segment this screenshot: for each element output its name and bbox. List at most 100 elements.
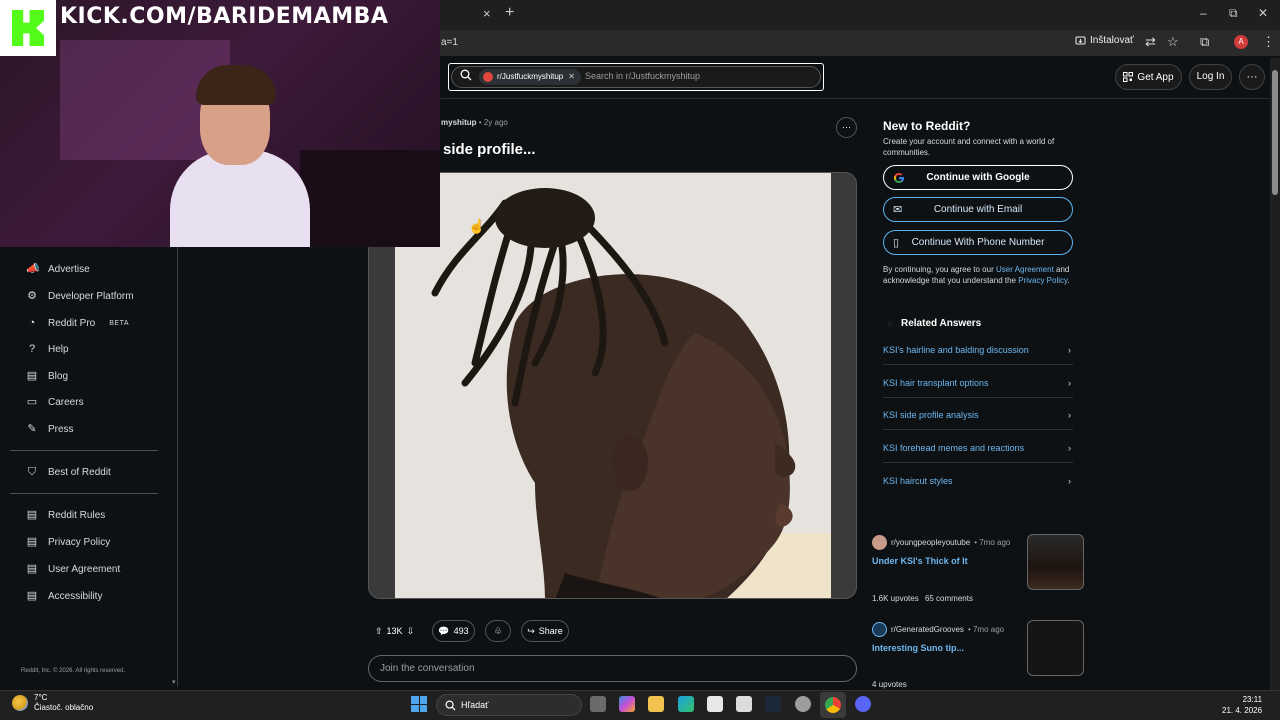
related-post-time: • 7mo ago [967, 625, 1005, 634]
related-post-subreddit[interactable]: r/GeneratedGrooves • 7mo ago [872, 622, 1004, 637]
clock-date: 21. 4. 2026 [1222, 706, 1263, 715]
side-profile-photo [395, 173, 831, 598]
related-post-title[interactable]: Interesting Suno tip... [872, 643, 964, 653]
sidebar-item-best-of-reddit[interactable]: ⛉ Best of Reddit [26, 466, 111, 478]
join-conversation-input[interactable]: Join the conversation [368, 655, 857, 682]
related-post-thumbnail[interactable] [1027, 620, 1084, 676]
discord-icon[interactable] [855, 696, 871, 712]
install-app-button[interactable]: Inštalovať [1075, 35, 1134, 46]
store-icon[interactable] [707, 696, 723, 712]
related-post-thumbnail[interactable] [1027, 534, 1084, 590]
beta-badge: BETA [109, 319, 130, 327]
new-to-reddit-subtitle: Create your account and connect with a w… [883, 137, 1055, 157]
weather-icon [12, 695, 28, 711]
profile-avatar[interactable]: A [1234, 35, 1248, 49]
continue-google-button[interactable]: Continue with Google [883, 165, 1073, 190]
related-answer-item[interactable]: KSI forehead memes and reactions › [883, 443, 1071, 453]
megaphone-icon: 📣 [26, 263, 40, 275]
related-post-subreddit[interactable]: r/youngpeopleyoutube • 7mo ago [872, 535, 1010, 550]
sidebar-item-label: Advertise [48, 263, 90, 275]
upvote-icon[interactable]: ⇧ [375, 626, 383, 637]
get-app-button[interactable]: Get App [1115, 64, 1182, 90]
translate-icon[interactable]: ⇄ [1145, 34, 1156, 50]
extensions-icon[interactable]: ⧉ [1200, 34, 1209, 50]
copilot-icon[interactable] [619, 696, 635, 712]
chrome-icon[interactable] [825, 697, 841, 713]
kick-channel-text: KICK.COM/BARIDEMAMBA [60, 4, 389, 29]
new-tab-icon[interactable]: + [505, 4, 514, 22]
sidebar-item-developer-platform[interactable]: ⚙ Developer Platform [26, 290, 134, 302]
sidebar-border [177, 247, 178, 687]
steam-icon[interactable] [765, 696, 781, 712]
sidebar-item-reddit-rules[interactable]: ▤ Reddit Rules [26, 509, 105, 521]
start-button[interactable] [411, 696, 427, 712]
obs-icon[interactable] [795, 696, 811, 712]
sidebar-item-press[interactable]: ✎ Press [26, 423, 73, 435]
edge-icon[interactable] [678, 696, 694, 712]
login-button[interactable]: Log In [1189, 64, 1232, 90]
sidebar-item-careers[interactable]: ▭ Careers [26, 396, 84, 408]
tab-close-icon[interactable]: × [483, 6, 491, 21]
related-sub-name: r/youngpeopleyoutube [891, 538, 971, 547]
window-close-icon[interactable]: ✕ [1258, 6, 1268, 20]
related-answer-item[interactable]: KSI haircut styles › [883, 476, 1071, 486]
system-clock[interactable]: 23:11 21. 4. 2026 [1222, 694, 1262, 716]
url-text[interactable]: a=1 [441, 37, 458, 48]
sidebar-item-accessibility[interactable]: ▤ Accessibility [26, 590, 103, 602]
bookmark-star-icon[interactable]: ☆ [1167, 34, 1179, 50]
sidebar-item-advertise[interactable]: 📣 Advertise [26, 263, 90, 275]
sidebar-item-label: Privacy Policy [48, 536, 111, 548]
weather-widget[interactable]: 7°C Čiastoč. oblačno [12, 693, 93, 713]
subreddit-avatar-icon [483, 72, 493, 82]
related-divider [883, 364, 1073, 365]
chip-close-icon[interactable]: ✕ [568, 72, 575, 81]
minimize-icon[interactable]: – [1200, 6, 1207, 20]
privacy-policy-link[interactable]: Privacy Policy [1018, 276, 1067, 285]
sidebar-item-help[interactable]: ? Help [26, 343, 69, 355]
related-post-comments: 65 comments [924, 594, 973, 603]
sidebar-scroll-down-icon[interactable]: ▾ [172, 678, 176, 686]
sidebar-item-label: Developer Platform [48, 290, 134, 302]
related-answer-item[interactable]: KSI's hairline and balding discussion › [883, 345, 1071, 355]
related-answer-item[interactable]: KSI side profile analysis › [883, 410, 1071, 420]
post-image [395, 173, 831, 598]
page-scrollbar-thumb[interactable] [1272, 70, 1278, 195]
webcam-chair [300, 150, 440, 247]
mail-icon: ✉ [893, 204, 903, 216]
file-explorer-icon[interactable] [648, 696, 664, 712]
phone-icon: ▯ [893, 237, 900, 249]
browser-menu-icon[interactable]: ⋮ [1262, 34, 1275, 50]
taskbar-search[interactable]: Hľadať [436, 694, 582, 716]
continue-phone-button[interactable]: ▯ Continue With Phone Number [883, 230, 1073, 255]
epic-games-icon[interactable] [736, 696, 752, 712]
subreddit-avatar [872, 622, 887, 637]
award-button[interactable]: ♧ [485, 620, 511, 642]
continue-email-button[interactable]: ✉ Continue with Email [883, 197, 1073, 222]
google-button-label: Continue with Google [926, 172, 1030, 183]
related-answer-item[interactable]: KSI hair transplant options › [883, 378, 1071, 388]
header-more-button[interactable]: ··· [1239, 64, 1265, 90]
related-post-title[interactable]: Under KSI's Thick of It [872, 556, 968, 566]
sidebar-item-label: User Agreement [48, 563, 121, 575]
subreddit-filter-chip[interactable]: r/Justfuckmyshitup ✕ [479, 69, 581, 85]
install-icon [1075, 36, 1086, 44]
post-media[interactable] [368, 172, 857, 599]
sidebar-item-user-agreement[interactable]: ▤ User Agreement [26, 563, 120, 575]
post-subreddit-link[interactable]: myshitup [441, 118, 477, 127]
share-button[interactable]: ↪ Share [521, 620, 569, 642]
downvote-icon[interactable]: ⇩ [407, 626, 415, 637]
post-age: • 2y ago [478, 118, 508, 127]
post-title: side profile... [443, 141, 536, 158]
sidebar-item-blog[interactable]: ▤ Blog [26, 370, 68, 382]
post-more-button[interactable]: ··· [836, 117, 857, 138]
maximize-icon[interactable]: ⧉ [1229, 6, 1238, 21]
task-view-icon[interactable] [590, 696, 606, 712]
copyright-text: Reddit, Inc. © 2026. All rights reserved… [21, 668, 126, 674]
sidebar-item-label: Accessibility [48, 590, 103, 602]
comments-button[interactable]: 💬 493 [432, 620, 475, 642]
sidebar-item-reddit-pro[interactable]: ◔ Reddit Pro BETA [26, 317, 129, 329]
sidebar-item-privacy-policy[interactable]: ▤ Privacy Policy [26, 536, 110, 548]
user-agreement-link[interactable]: User Agreement [996, 265, 1054, 274]
subreddit-chip-label: r/Justfuckmyshitup [497, 72, 564, 81]
related-post-stats: 4 upvotes [872, 680, 907, 689]
